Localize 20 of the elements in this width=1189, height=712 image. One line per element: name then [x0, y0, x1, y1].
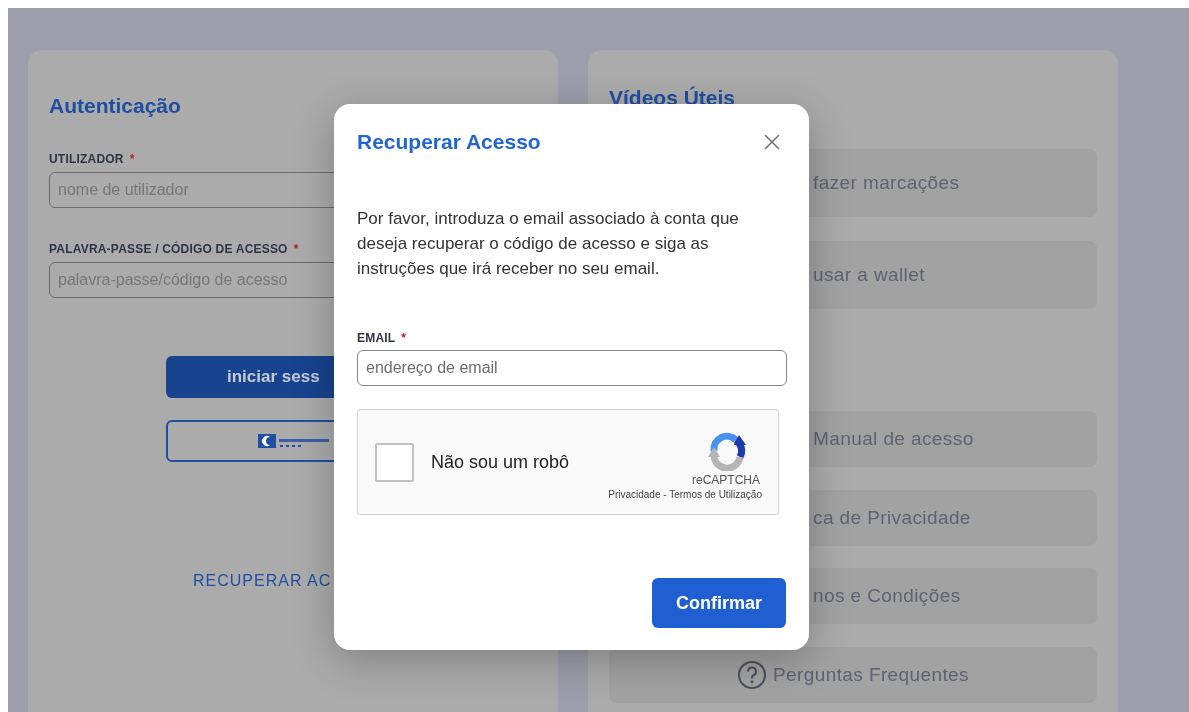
captcha-links[interactable]: Privacidade - Termos de Utilização	[608, 488, 762, 500]
required-asterisk: *	[401, 331, 407, 345]
captcha-brand: reCAPTCHA	[692, 472, 760, 487]
link-item[interactable]: Perguntas Frequentes	[609, 647, 1097, 703]
email-field[interactable]: endereço de email	[357, 350, 787, 386]
field-label: EMAIL	[357, 331, 396, 345]
panel-title: Autenticação	[49, 94, 182, 118]
dialog-title: Recuperar Acesso	[357, 130, 541, 154]
close-icon	[762, 132, 782, 152]
confirm-button[interactable]: Confirmar	[652, 578, 786, 628]
field-label: PALAVRA-PASSE / CÓDIGO DE ACESSO	[49, 242, 288, 256]
captcha-checkbox[interactable]	[375, 442, 414, 482]
captcha-logo-icon	[706, 430, 748, 471]
field-label: UTILIZADOR	[49, 152, 124, 166]
help-icon	[737, 660, 767, 690]
required-asterisk: *	[129, 152, 135, 166]
logo-icon	[258, 433, 330, 449]
close-button[interactable]	[762, 132, 782, 152]
captcha-label: Não sou um robô	[431, 451, 570, 473]
required-asterisk: *	[293, 242, 299, 256]
